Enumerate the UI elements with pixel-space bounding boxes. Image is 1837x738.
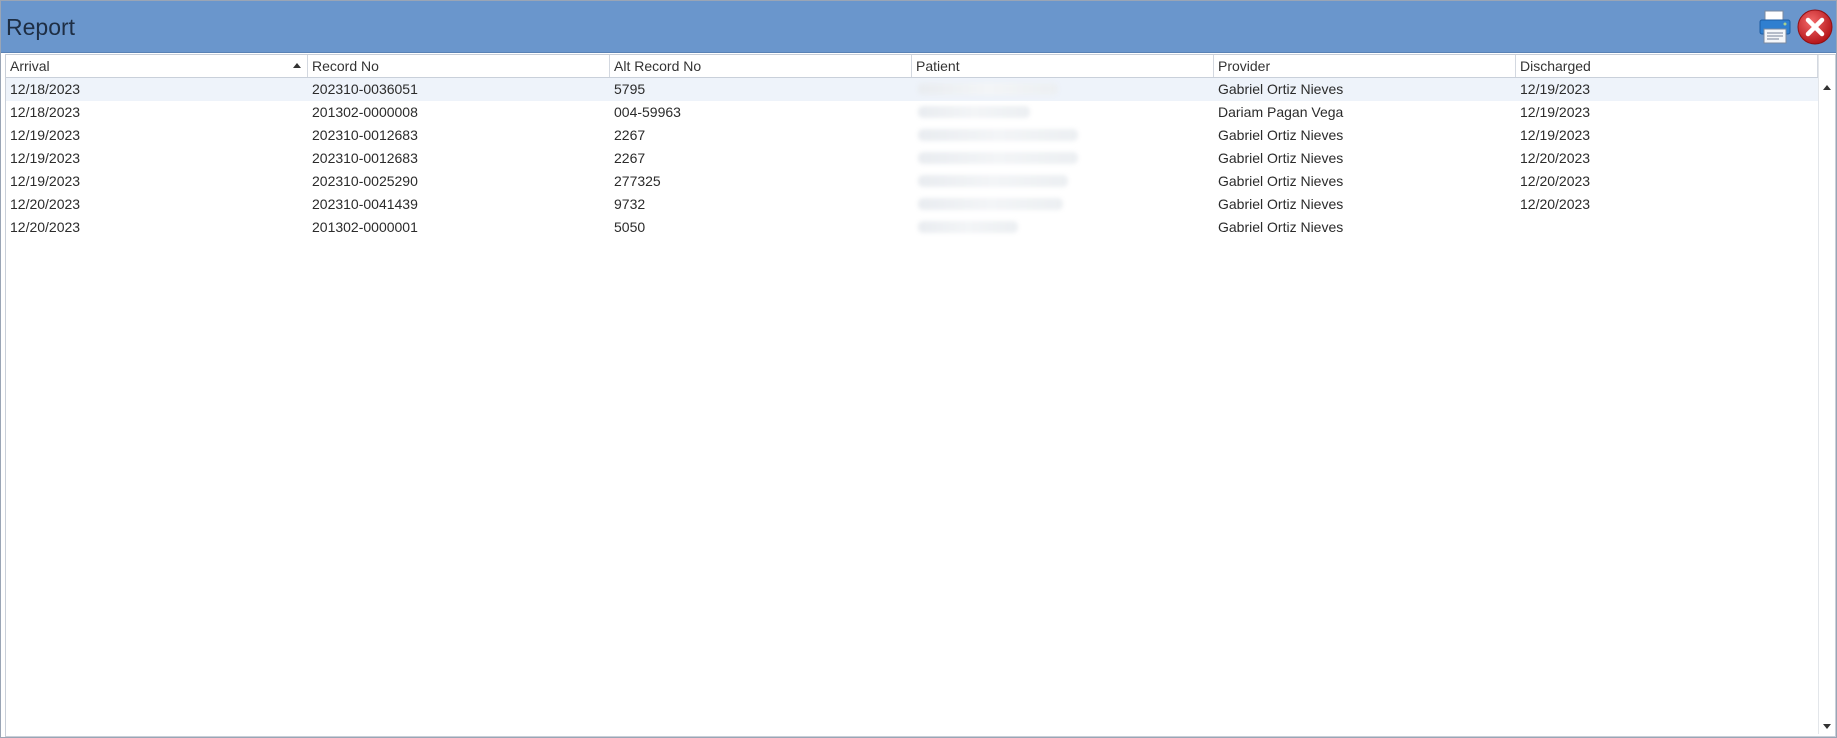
redacted-patient-name: [918, 129, 1078, 141]
provider-cell: Dariam Pagan Vega: [1218, 104, 1344, 120]
redacted-patient-name: [918, 198, 1063, 210]
table-row[interactable]: 12/19/2023 202310-0012683 2267 Gabriel O…: [6, 124, 1818, 147]
arrival-cell: 12/19/2023: [10, 173, 81, 189]
arrival-cell: 12/19/2023: [10, 127, 81, 143]
alt-record-no-cell: 9732: [614, 196, 646, 212]
patient-cell-redacted: [912, 216, 1214, 239]
discharged-cell: 12/19/2023: [1520, 104, 1591, 120]
provider-cell: Gabriel Ortiz Nieves: [1218, 81, 1344, 97]
report-window: Report Arrival Record No Alt Record No P…: [0, 0, 1837, 738]
redacted-patient-name: [918, 221, 1018, 233]
provider-cell: Gabriel Ortiz Nieves: [1218, 150, 1344, 166]
patient-cell-redacted: [912, 193, 1214, 216]
arrival-cell: 12/20/2023: [10, 219, 81, 235]
close-icon: [1797, 9, 1833, 45]
alt-record-no-cell: 2267: [614, 127, 646, 143]
redacted-patient-name: [918, 106, 1030, 118]
column-header-label: Patient: [916, 58, 960, 74]
patient-cell-redacted: [912, 147, 1214, 170]
printer-icon: [1759, 10, 1791, 44]
discharged-cell: 12/20/2023: [1520, 150, 1591, 166]
redacted-patient-name: [918, 83, 1058, 95]
column-header-label: Alt Record No: [614, 58, 702, 74]
column-header-label: Arrival: [10, 58, 50, 74]
provider-cell: Gabriel Ortiz Nieves: [1218, 196, 1344, 212]
close-button[interactable]: [1795, 7, 1835, 47]
alt-record-no-cell: 5050: [614, 219, 646, 235]
table-body: 12/18/2023 202310-0036051 5795 Gabriel O…: [6, 78, 1818, 239]
provider-cell: Gabriel Ortiz Nieves: [1218, 219, 1344, 235]
record-no-cell: 202310-0012683: [312, 127, 418, 143]
record-no-cell: 202310-0041439: [312, 196, 418, 212]
table-row[interactable]: 12/18/2023 202310-0036051 5795 Gabriel O…: [6, 78, 1818, 101]
provider-cell: Gabriel Ortiz Nieves: [1218, 127, 1344, 143]
discharged-cell: 12/20/2023: [1520, 196, 1591, 212]
column-header-record-no[interactable]: Record No: [308, 55, 610, 77]
column-header-label: Discharged: [1520, 58, 1591, 74]
sort-ascending-icon: [293, 63, 301, 68]
table-row[interactable]: 12/19/2023 202310-0012683 2267 Gabriel O…: [6, 147, 1818, 170]
discharged-cell: 12/20/2023: [1520, 173, 1591, 189]
redacted-patient-name: [918, 175, 1068, 187]
arrival-cell: 12/20/2023: [10, 196, 81, 212]
column-header-alt-record-no[interactable]: Alt Record No: [610, 55, 912, 77]
redacted-patient-name: [918, 152, 1078, 164]
alt-record-no-cell: 277325: [614, 173, 661, 189]
patient-cell-redacted: [912, 101, 1214, 124]
alt-record-no-cell: 5795: [614, 81, 646, 97]
patient-cell-redacted: [912, 124, 1214, 147]
title-bar: Report: [1, 1, 1836, 53]
column-header-arrival[interactable]: Arrival: [6, 55, 308, 77]
column-header-label: Record No: [312, 58, 379, 74]
print-button[interactable]: [1755, 7, 1795, 47]
column-header-provider[interactable]: Provider: [1214, 55, 1516, 77]
arrival-cell: 12/19/2023: [10, 150, 81, 166]
record-no-cell: 201302-0000008: [312, 104, 418, 120]
table-row[interactable]: 12/18/2023 201302-0000008 004-59963 Dari…: [6, 101, 1818, 124]
scroll-down-icon[interactable]: [1823, 724, 1831, 729]
column-header-discharged[interactable]: Discharged: [1516, 55, 1818, 77]
discharged-cell: [1516, 216, 1818, 239]
record-no-cell: 202310-0025290: [312, 173, 418, 189]
discharged-cell: 12/19/2023: [1520, 127, 1591, 143]
record-no-cell: 202310-0012683: [312, 150, 418, 166]
vertical-scrollbar[interactable]: [1818, 55, 1835, 734]
column-header-patient[interactable]: Patient: [912, 55, 1214, 77]
arrival-cell: 12/18/2023: [10, 81, 81, 97]
table-row[interactable]: 12/19/2023 202310-0025290 277325 Gabriel…: [6, 170, 1818, 193]
report-table: Arrival Record No Alt Record No Patient …: [5, 54, 1836, 737]
discharged-cell: 12/19/2023: [1520, 81, 1591, 97]
arrival-cell: 12/18/2023: [10, 104, 81, 120]
patient-cell-redacted: [912, 78, 1214, 101]
scroll-up-icon[interactable]: [1823, 85, 1831, 90]
record-no-cell: 202310-0036051: [312, 81, 418, 97]
table-row[interactable]: 12/20/2023 202310-0041439 9732 Gabriel O…: [6, 193, 1818, 216]
table-header: Arrival Record No Alt Record No Patient …: [6, 55, 1818, 78]
patient-cell-redacted: [912, 170, 1214, 193]
alt-record-no-cell: 004-59963: [614, 104, 681, 120]
record-no-cell: 201302-0000001: [312, 219, 418, 235]
alt-record-no-cell: 2267: [614, 150, 646, 166]
window-title: Report: [6, 14, 76, 40]
provider-cell: Gabriel Ortiz Nieves: [1218, 173, 1344, 189]
table-row[interactable]: 12/20/2023 201302-0000001 5050 Gabriel O…: [6, 216, 1818, 239]
column-header-label: Provider: [1218, 58, 1271, 74]
